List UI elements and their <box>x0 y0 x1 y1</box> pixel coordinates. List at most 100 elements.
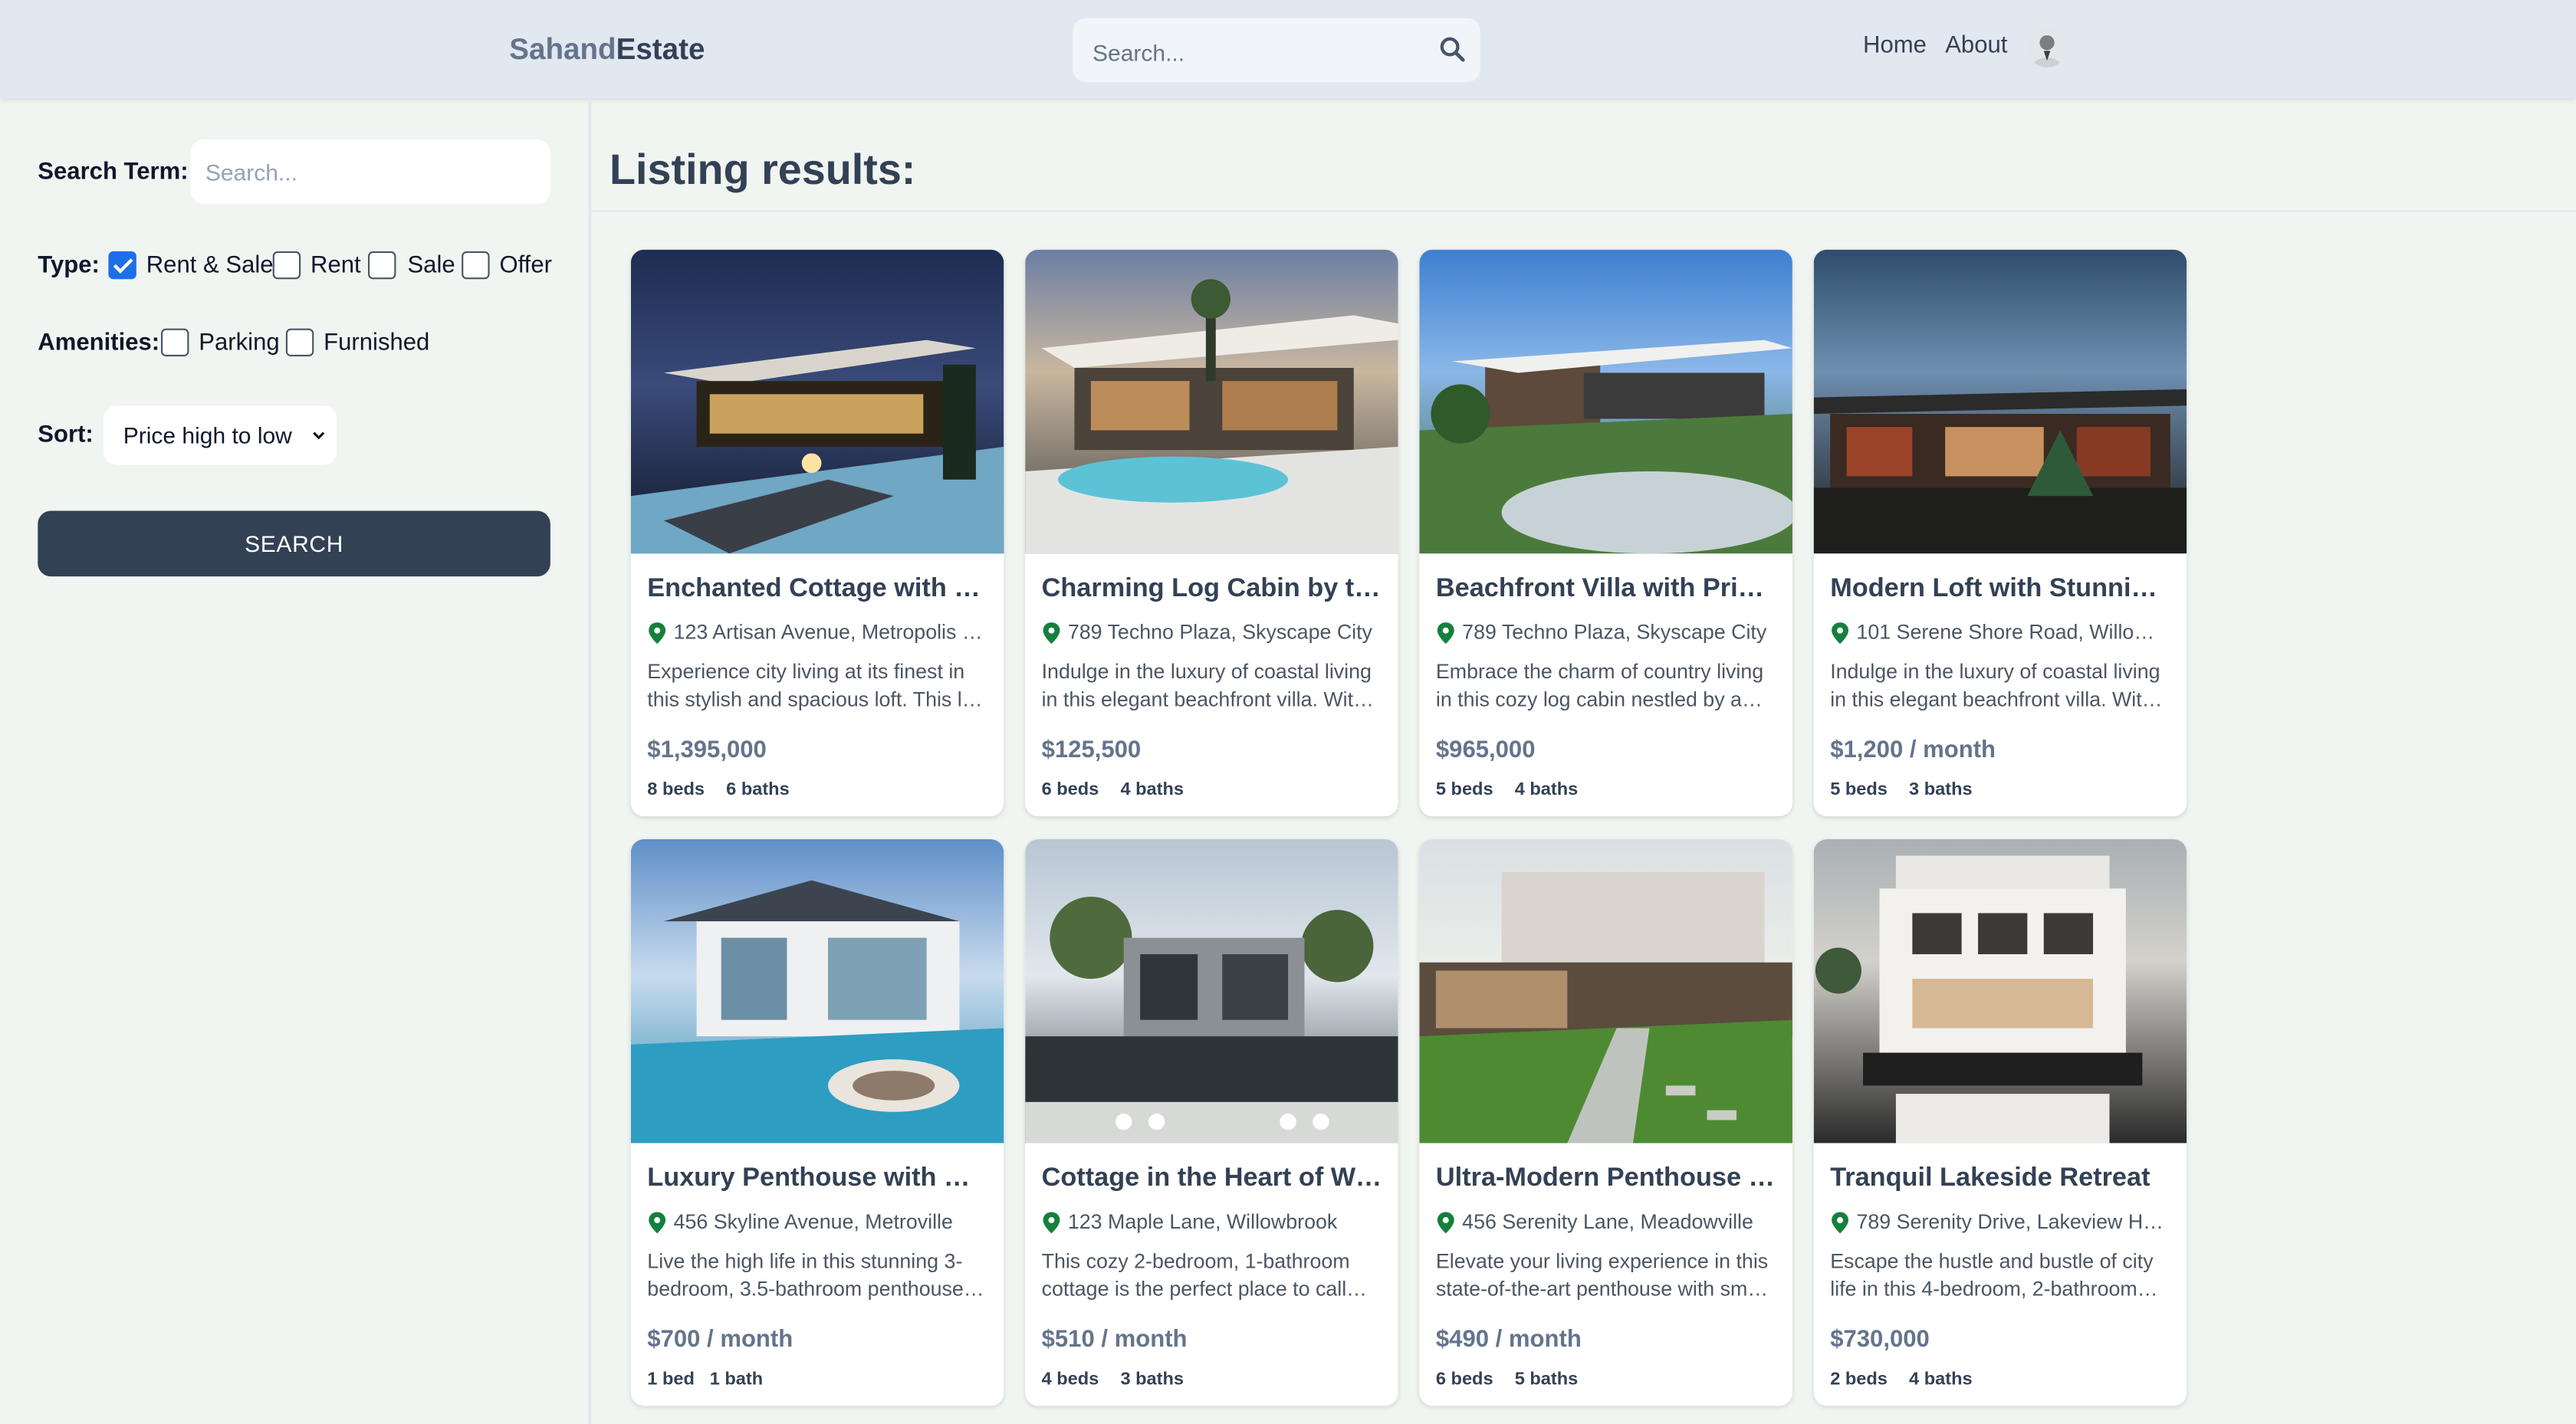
listing-title[interactable]: Cottage in the Heart of Willowbrook <box>1042 1164 1382 1194</box>
user-avatar[interactable] <box>2027 28 2067 67</box>
page: SahandEstate Home About Search Term: Typ… <box>0 0 2576 1424</box>
listing-photo <box>1813 839 2187 1143</box>
listing-description: Indulge in the luxury of coastal living … <box>1041 660 1372 711</box>
listing-photo <box>1813 249 2187 554</box>
listing-price: $730,000 <box>1830 1327 1930 1353</box>
listing-address: 789 Serenity Drive, Lakeview Haven <box>1856 1210 2169 1234</box>
sort-selected-value: Price high to low <box>123 422 292 449</box>
filter-sidebar <box>0 98 592 1424</box>
nav-link-home[interactable]: Home <box>1863 33 1927 59</box>
listing-card[interactable]: Modern Loft with Stunning Views 101 Sere… <box>1813 249 2187 817</box>
listing-card[interactable]: Beachfront Villa with Private Pool 789 T… <box>1419 249 1792 817</box>
listing-address: 123 Artisan Avenue, Metropolis Heights <box>673 621 986 645</box>
listing-price: $490 / month <box>1435 1327 1582 1353</box>
listing-photo <box>1419 839 1792 1143</box>
listing-baths: 5 baths <box>1514 1370 1579 1390</box>
listing-title[interactable]: Tranquil Lakeside Retreat <box>1830 1164 2170 1194</box>
listing-title[interactable]: Modern Loft with Stunning Views <box>1830 575 2170 605</box>
listing-description: Live the high life in this stunning 3-be… <box>647 1249 970 1301</box>
listing-photo <box>1025 249 1398 554</box>
listing-description: Embrace the charm of country living in t… <box>1435 660 1764 711</box>
listing-beds: 5 beds <box>1830 779 1888 800</box>
amenities-label: Amenities: <box>38 330 160 357</box>
search-button[interactable]: SEARCH <box>38 510 550 577</box>
listing-description: Escape the hustle and bustle of city lif… <box>1830 1249 2154 1301</box>
listing-description: Experience city living at its finest in … <box>647 660 985 711</box>
checkbox-label-furnished: Furnished <box>324 330 430 357</box>
checkbox-label-rent: Rent <box>310 253 361 280</box>
checkbox-sale[interactable] <box>368 251 396 280</box>
type-label: Type: <box>38 253 100 280</box>
listing-card[interactable]: Charming Log Cabin by the Lake 789 Techn… <box>1025 249 1398 817</box>
listing-baths: 1 bath <box>709 1370 764 1390</box>
listing-baths: 6 baths <box>726 779 790 800</box>
listing-card[interactable]: Luxury Penthouse with Panoramic Views 45… <box>630 839 1004 1406</box>
listing-card[interactable]: Ultra-Modern Penthouse in Meadowville 45… <box>1419 839 1792 1406</box>
listing-address: 101 Serene Shore Road, Willow Lake <box>1856 621 2169 645</box>
sort-select[interactable]: Price high to low <box>104 405 337 465</box>
listing-beds: 2 beds <box>1830 1370 1888 1390</box>
logo-part-estate: Estate <box>616 32 705 66</box>
checkbox-rent[interactable] <box>272 251 301 280</box>
listing-card[interactable]: Tranquil Lakeside Retreat 789 Serenity D… <box>1813 839 2187 1406</box>
listing-address: 456 Serenity Lane, Meadowville <box>1462 1210 1753 1234</box>
location-pin-icon <box>1437 1212 1454 1234</box>
top-header: SahandEstate Home About <box>0 0 2576 99</box>
header-search-input[interactable] <box>1089 18 1424 86</box>
listing-price: $1,395,000 <box>647 737 767 764</box>
listing-beds: 5 beds <box>1435 779 1493 800</box>
checkbox-label-offer: Offer <box>499 253 552 280</box>
location-pin-icon <box>1043 1212 1060 1234</box>
listing-baths: 4 baths <box>1909 1370 1973 1390</box>
checkbox-furnished[interactable] <box>285 328 314 357</box>
logo-part-sahand: Sahand <box>509 32 616 66</box>
listing-title[interactable]: Charming Log Cabin by the Lake <box>1042 575 1382 605</box>
listing-beds: 6 beds <box>1435 1370 1493 1390</box>
header-search-box <box>1073 18 1480 86</box>
listing-description: This cozy 2-bedroom, 1-bathroom cottage … <box>1041 1249 1350 1301</box>
page-title: Listing results: <box>610 144 916 194</box>
listing-description: Elevate your living experience in this s… <box>1435 1249 1772 1301</box>
checkbox-offer[interactable] <box>462 251 490 280</box>
listing-address: 456 Skyline Avenue, Metroville <box>673 1210 953 1234</box>
listing-baths: 4 baths <box>1120 779 1184 800</box>
checkbox-parking[interactable] <box>161 328 189 357</box>
chevron-down-icon <box>313 431 325 440</box>
checkbox-label-sale: Sale <box>407 253 455 280</box>
location-pin-icon <box>1043 622 1060 645</box>
listing-title[interactable]: Luxury Penthouse with Panoramic Views <box>647 1164 987 1194</box>
listing-card[interactable]: Enchanted Cottage with Luxurious Ameniti… <box>630 249 1004 817</box>
search-icon[interactable] <box>1439 36 1465 62</box>
listing-price: $125,500 <box>1041 737 1142 764</box>
listing-title[interactable]: Ultra-Modern Penthouse in Meadowville <box>1436 1164 1776 1194</box>
location-pin-icon <box>1437 622 1454 645</box>
listing-address: 123 Maple Lane, Willowbrook <box>1067 1210 1338 1234</box>
listing-beds: 4 beds <box>1041 1370 1099 1390</box>
checkbox-label-parking: Parking <box>199 330 280 357</box>
listing-beds: 6 beds <box>1041 779 1099 800</box>
location-pin-icon <box>649 622 666 645</box>
listing-price: $1,200 / month <box>1830 737 1996 764</box>
search-term-input[interactable] <box>190 139 550 204</box>
location-pin-icon <box>1832 622 1848 645</box>
sort-label: Sort: <box>38 422 94 449</box>
listing-title[interactable]: Enchanted Cottage with Luxurious Ameniti… <box>647 575 987 605</box>
listing-card[interactable]: Cottage in the Heart of Willowbrook 123 … <box>1025 839 1398 1406</box>
site-logo[interactable]: SahandEstate <box>509 33 705 67</box>
checkbox-rent-and-sale[interactable] <box>108 251 136 280</box>
listing-address: 789 Techno Plaza, Skyscape City <box>1067 621 1372 645</box>
nav-link-about[interactable]: About <box>1945 33 2007 59</box>
listing-address: 789 Techno Plaza, Skyscape City <box>1462 621 1767 645</box>
search-term-label: Search Term: <box>38 159 189 186</box>
listing-baths: 4 baths <box>1514 779 1579 800</box>
listing-photo <box>630 249 1004 554</box>
location-pin-icon <box>1832 1212 1848 1234</box>
listing-price: $965,000 <box>1435 737 1536 764</box>
listing-description: Indulge in the luxury of coastal living … <box>1830 660 2160 711</box>
listing-baths: 3 baths <box>1120 1370 1184 1390</box>
listing-title[interactable]: Beachfront Villa with Private Pool <box>1436 575 1776 605</box>
listing-price: $700 / month <box>647 1327 794 1353</box>
title-divider <box>591 210 2576 212</box>
listing-beds: 8 beds <box>647 779 705 800</box>
listing-photo <box>630 839 1004 1143</box>
